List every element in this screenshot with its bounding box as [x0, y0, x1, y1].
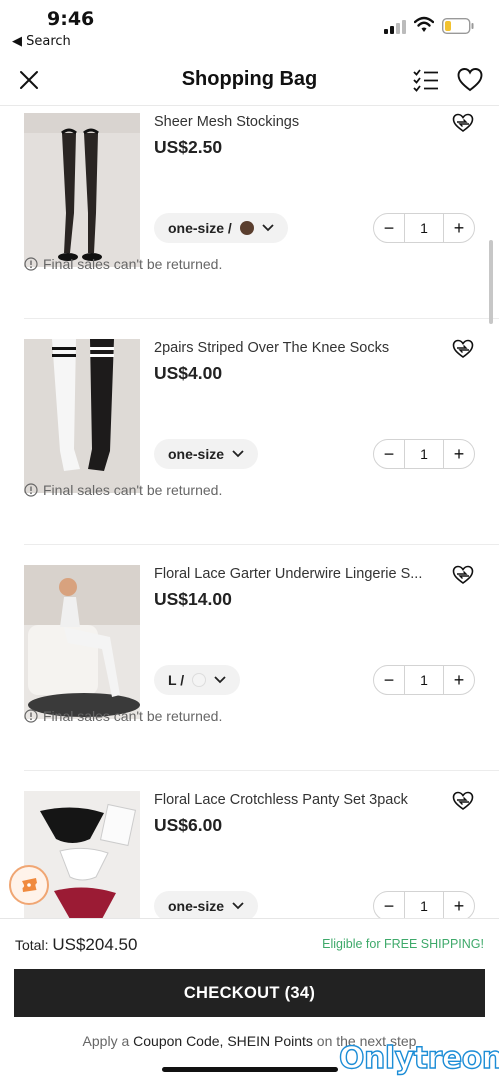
- cart-item: 2pairs Striped Over The Knee Socks US$4.…: [0, 319, 499, 545]
- product-price: US$2.50: [154, 137, 223, 157]
- variant-label: one-size: [168, 898, 225, 914]
- increase-quantity-button[interactable]: +: [444, 666, 474, 694]
- variant-selector[interactable]: one-size: [154, 439, 259, 469]
- order-total: Total: US$204.50: [15, 935, 137, 955]
- cart-item-list[interactable]: Sheer Mesh Stockings US$2.50 one-size / …: [0, 106, 499, 918]
- variant-label: L /: [168, 672, 185, 688]
- home-indicator[interactable]: [162, 1067, 338, 1072]
- coupon-float-button[interactable]: [9, 865, 49, 905]
- info-circle-icon: [24, 709, 38, 723]
- variant-selector[interactable]: one-size: [154, 891, 259, 918]
- product-price: US$4.00: [154, 363, 223, 383]
- back-to-search-link[interactable]: ◀ Search: [12, 34, 71, 49]
- coupon-prefix: Apply a: [82, 1033, 130, 1049]
- quantity-value[interactable]: 1: [404, 892, 444, 918]
- product-image[interactable]: [24, 113, 140, 267]
- quantity-value[interactable]: 1: [404, 666, 444, 694]
- decrease-quantity-button[interactable]: −: [374, 214, 404, 242]
- battery-icon: [442, 18, 474, 34]
- checklist-icon[interactable]: [413, 68, 439, 92]
- free-shipping-note: Eligible for FREE SHIPPING!: [322, 937, 484, 951]
- move-to-wishlist-icon[interactable]: [452, 565, 474, 585]
- quantity-stepper: − 1 +: [373, 665, 475, 695]
- final-sale-notice: Final sales can't be returned.: [24, 708, 222, 724]
- cart-item: Floral Lace Crotchless Panty Set 3pack U…: [0, 771, 499, 918]
- move-to-wishlist-icon[interactable]: [452, 113, 474, 133]
- status-bar: 9:46 ◀ Search: [0, 0, 499, 56]
- info-circle-icon: [24, 483, 38, 497]
- move-to-wishlist-icon[interactable]: [452, 791, 474, 811]
- wishlist-heart-icon[interactable]: [457, 67, 483, 93]
- increase-quantity-button[interactable]: +: [444, 892, 474, 918]
- color-swatch: [239, 221, 254, 235]
- variant-label: one-size: [168, 446, 225, 462]
- total-label: Total:: [15, 937, 49, 953]
- quantity-value[interactable]: 1: [404, 440, 444, 468]
- final-sale-notice: Final sales can't be returned.: [24, 482, 222, 498]
- decrease-quantity-button[interactable]: −: [374, 892, 404, 918]
- quantity-stepper: − 1 +: [373, 213, 475, 243]
- product-title[interactable]: 2pairs Striped Over The Knee Socks: [154, 340, 439, 356]
- product-price: US$6.00: [154, 815, 223, 835]
- quantity-stepper: − 1 +: [373, 439, 475, 469]
- variant-selector[interactable]: L /: [154, 665, 241, 695]
- quantity-stepper: − 1 +: [373, 891, 475, 918]
- info-circle-icon: [24, 257, 38, 271]
- product-title[interactable]: Floral Lace Crotchless Panty Set 3pack: [154, 792, 439, 808]
- final-sale-text: Final sales can't be returned.: [43, 256, 223, 272]
- color-swatch: [192, 673, 207, 687]
- coupon-link[interactable]: Coupon Code, SHEIN Points: [133, 1033, 313, 1049]
- checkout-button[interactable]: CHECKOUT (34): [14, 969, 485, 1017]
- quantity-value[interactable]: 1: [404, 214, 444, 242]
- final-sale-notice: Final sales can't be returned.: [24, 256, 222, 272]
- product-image[interactable]: [24, 565, 140, 719]
- decrease-quantity-button[interactable]: −: [374, 440, 404, 468]
- coupon-icon: [22, 878, 37, 892]
- product-image[interactable]: [24, 339, 140, 493]
- cellular-signal-icon: [384, 20, 406, 34]
- product-title[interactable]: Floral Lace Garter Underwire Lingerie S.…: [154, 566, 439, 582]
- final-sale-text: Final sales can't be returned.: [43, 482, 223, 498]
- watermark-logo: Onlytreon: [338, 1040, 499, 1076]
- chevron-down-icon: [232, 450, 244, 458]
- status-time: 9:46: [47, 8, 95, 30]
- product-title[interactable]: Sheer Mesh Stockings: [154, 114, 439, 130]
- cart-item: Floral Lace Garter Underwire Lingerie S.…: [0, 545, 499, 771]
- checkout-footer: Total: US$204.50 Eligible for FREE SHIPP…: [0, 918, 499, 1080]
- total-value: US$204.50: [52, 935, 138, 954]
- decrease-quantity-button[interactable]: −: [374, 666, 404, 694]
- cart-item: Sheer Mesh Stockings US$2.50 one-size / …: [0, 106, 499, 319]
- chevron-down-icon: [214, 676, 226, 684]
- scrollbar[interactable]: [489, 240, 493, 324]
- chevron-down-icon: [232, 902, 244, 910]
- increase-quantity-button[interactable]: +: [444, 214, 474, 242]
- final-sale-text: Final sales can't be returned.: [43, 708, 223, 724]
- product-price: US$14.00: [154, 589, 232, 609]
- variant-selector[interactable]: one-size /: [154, 213, 288, 243]
- page-header: Shopping Bag: [0, 56, 499, 106]
- wifi-icon: [414, 16, 434, 32]
- variant-label: one-size /: [168, 220, 232, 236]
- move-to-wishlist-icon[interactable]: [452, 339, 474, 359]
- chevron-down-icon: [262, 224, 274, 232]
- increase-quantity-button[interactable]: +: [444, 440, 474, 468]
